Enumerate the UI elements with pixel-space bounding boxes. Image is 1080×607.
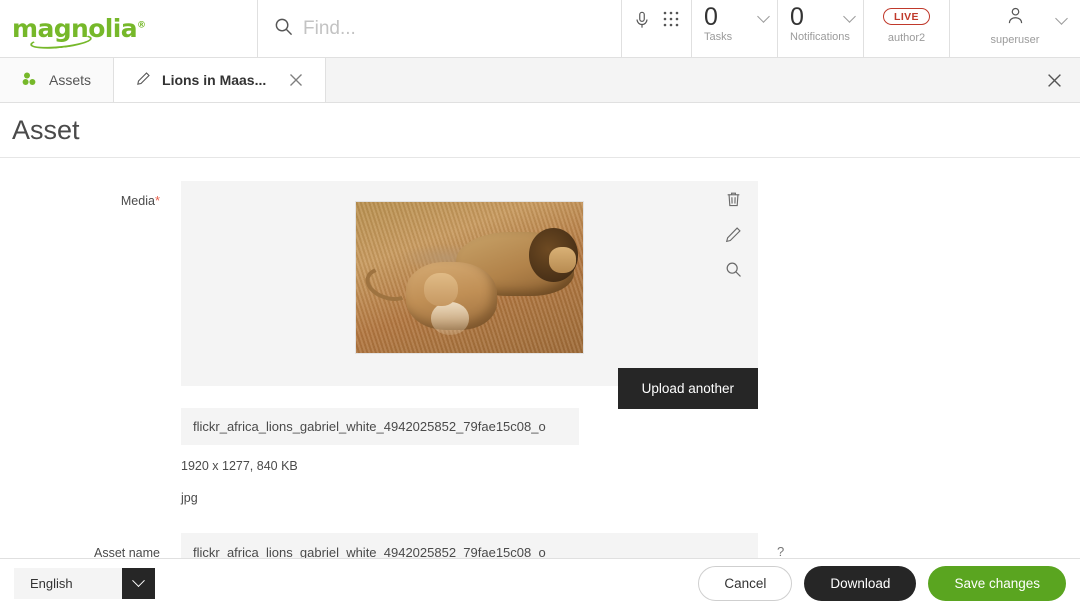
tab-lions-label: Lions in Maas... xyxy=(162,72,267,88)
close-all-tabs-button[interactable] xyxy=(1028,58,1080,102)
download-button[interactable]: Download xyxy=(804,565,917,601)
action-bar: English Cancel Download Save changes xyxy=(0,558,1080,607)
preview-icon[interactable] xyxy=(725,261,742,283)
tab-lions-in-maasai[interactable]: Lions in Maas... xyxy=(114,58,327,102)
magnolia-asset-editor: magnolia® Find... 0 Tasks 0 Notification… xyxy=(0,0,1080,607)
logo-wordmark: magnolia® xyxy=(12,16,146,52)
assets-clover-icon xyxy=(22,71,38,90)
microphone-icon[interactable] xyxy=(634,11,650,34)
save-changes-button[interactable]: Save changes xyxy=(928,565,1066,601)
form-buttons: Cancel Download Save changes xyxy=(698,565,1066,601)
tab-assets-label: Assets xyxy=(49,72,92,88)
pencil-edit-icon xyxy=(136,71,151,89)
notifications-indicator[interactable]: 0 Notifications xyxy=(778,0,864,57)
user-name: superuser xyxy=(990,34,1040,46)
asset-thumbnail[interactable] xyxy=(355,201,584,354)
close-icon xyxy=(1047,73,1061,87)
user-menu[interactable]: superuser xyxy=(950,0,1080,57)
media-filename-field: flickr_africa_lions_gabriel_white_494202… xyxy=(181,408,579,445)
language-selector[interactable]: English xyxy=(14,567,155,599)
asset-form: Media* Upload another flickr_africa_lion… xyxy=(0,158,1080,571)
media-label-text: Media xyxy=(120,194,155,208)
app-logo[interactable]: magnolia® xyxy=(0,0,258,57)
top-bar: magnolia® Find... 0 Tasks 0 Notification… xyxy=(0,0,1080,58)
media-format: jpg xyxy=(181,491,198,505)
media-action-buttons xyxy=(725,191,742,283)
delete-icon[interactable] xyxy=(725,191,742,213)
quick-actions xyxy=(622,0,692,57)
asset-name-help-icon[interactable]: ? xyxy=(777,544,784,559)
lion-female-chest xyxy=(430,301,470,335)
page-header: Asset xyxy=(0,103,1080,158)
user-avatar-icon xyxy=(1006,6,1025,30)
tasks-indicator[interactable]: 0 Tasks xyxy=(692,0,778,57)
search-input[interactable] xyxy=(303,17,616,40)
cancel-button[interactable]: Cancel xyxy=(698,565,793,601)
tasks-label: Tasks xyxy=(704,31,733,44)
language-dropdown-button[interactable] xyxy=(122,567,155,599)
instance-name: author2 xyxy=(887,32,926,44)
search-icon xyxy=(274,17,293,41)
upload-another-button[interactable]: Upload another xyxy=(617,368,758,409)
required-marker: * xyxy=(154,193,160,208)
instance-status[interactable]: LIVE author2 xyxy=(864,0,950,57)
language-value: English xyxy=(14,567,122,599)
page-title: Asset xyxy=(12,114,80,145)
global-search[interactable] xyxy=(258,0,622,57)
lion-male-face xyxy=(548,247,577,273)
tab-assets[interactable]: Assets xyxy=(0,58,115,102)
tab-close-icon[interactable] xyxy=(289,73,303,87)
status-badge: LIVE xyxy=(883,8,930,25)
chevron-down-icon[interactable] xyxy=(1055,12,1068,25)
chevron-down-icon xyxy=(132,573,145,587)
lion-female-face xyxy=(424,272,459,307)
media-field-label: Media* xyxy=(60,193,160,208)
logo-registered-mark: ® xyxy=(137,20,146,31)
tab-bar: Assets Lions in Maas... xyxy=(0,58,1080,103)
apps-grid-icon[interactable] xyxy=(663,11,679,32)
notifications-label: Notifications xyxy=(790,31,850,44)
media-dimensions-size: 1920 x 1277, 840 KB xyxy=(181,459,298,473)
edit-icon[interactable] xyxy=(725,226,742,248)
tab-bar-spacer xyxy=(326,58,1028,102)
media-drop-panel[interactable]: Upload another xyxy=(181,181,758,409)
